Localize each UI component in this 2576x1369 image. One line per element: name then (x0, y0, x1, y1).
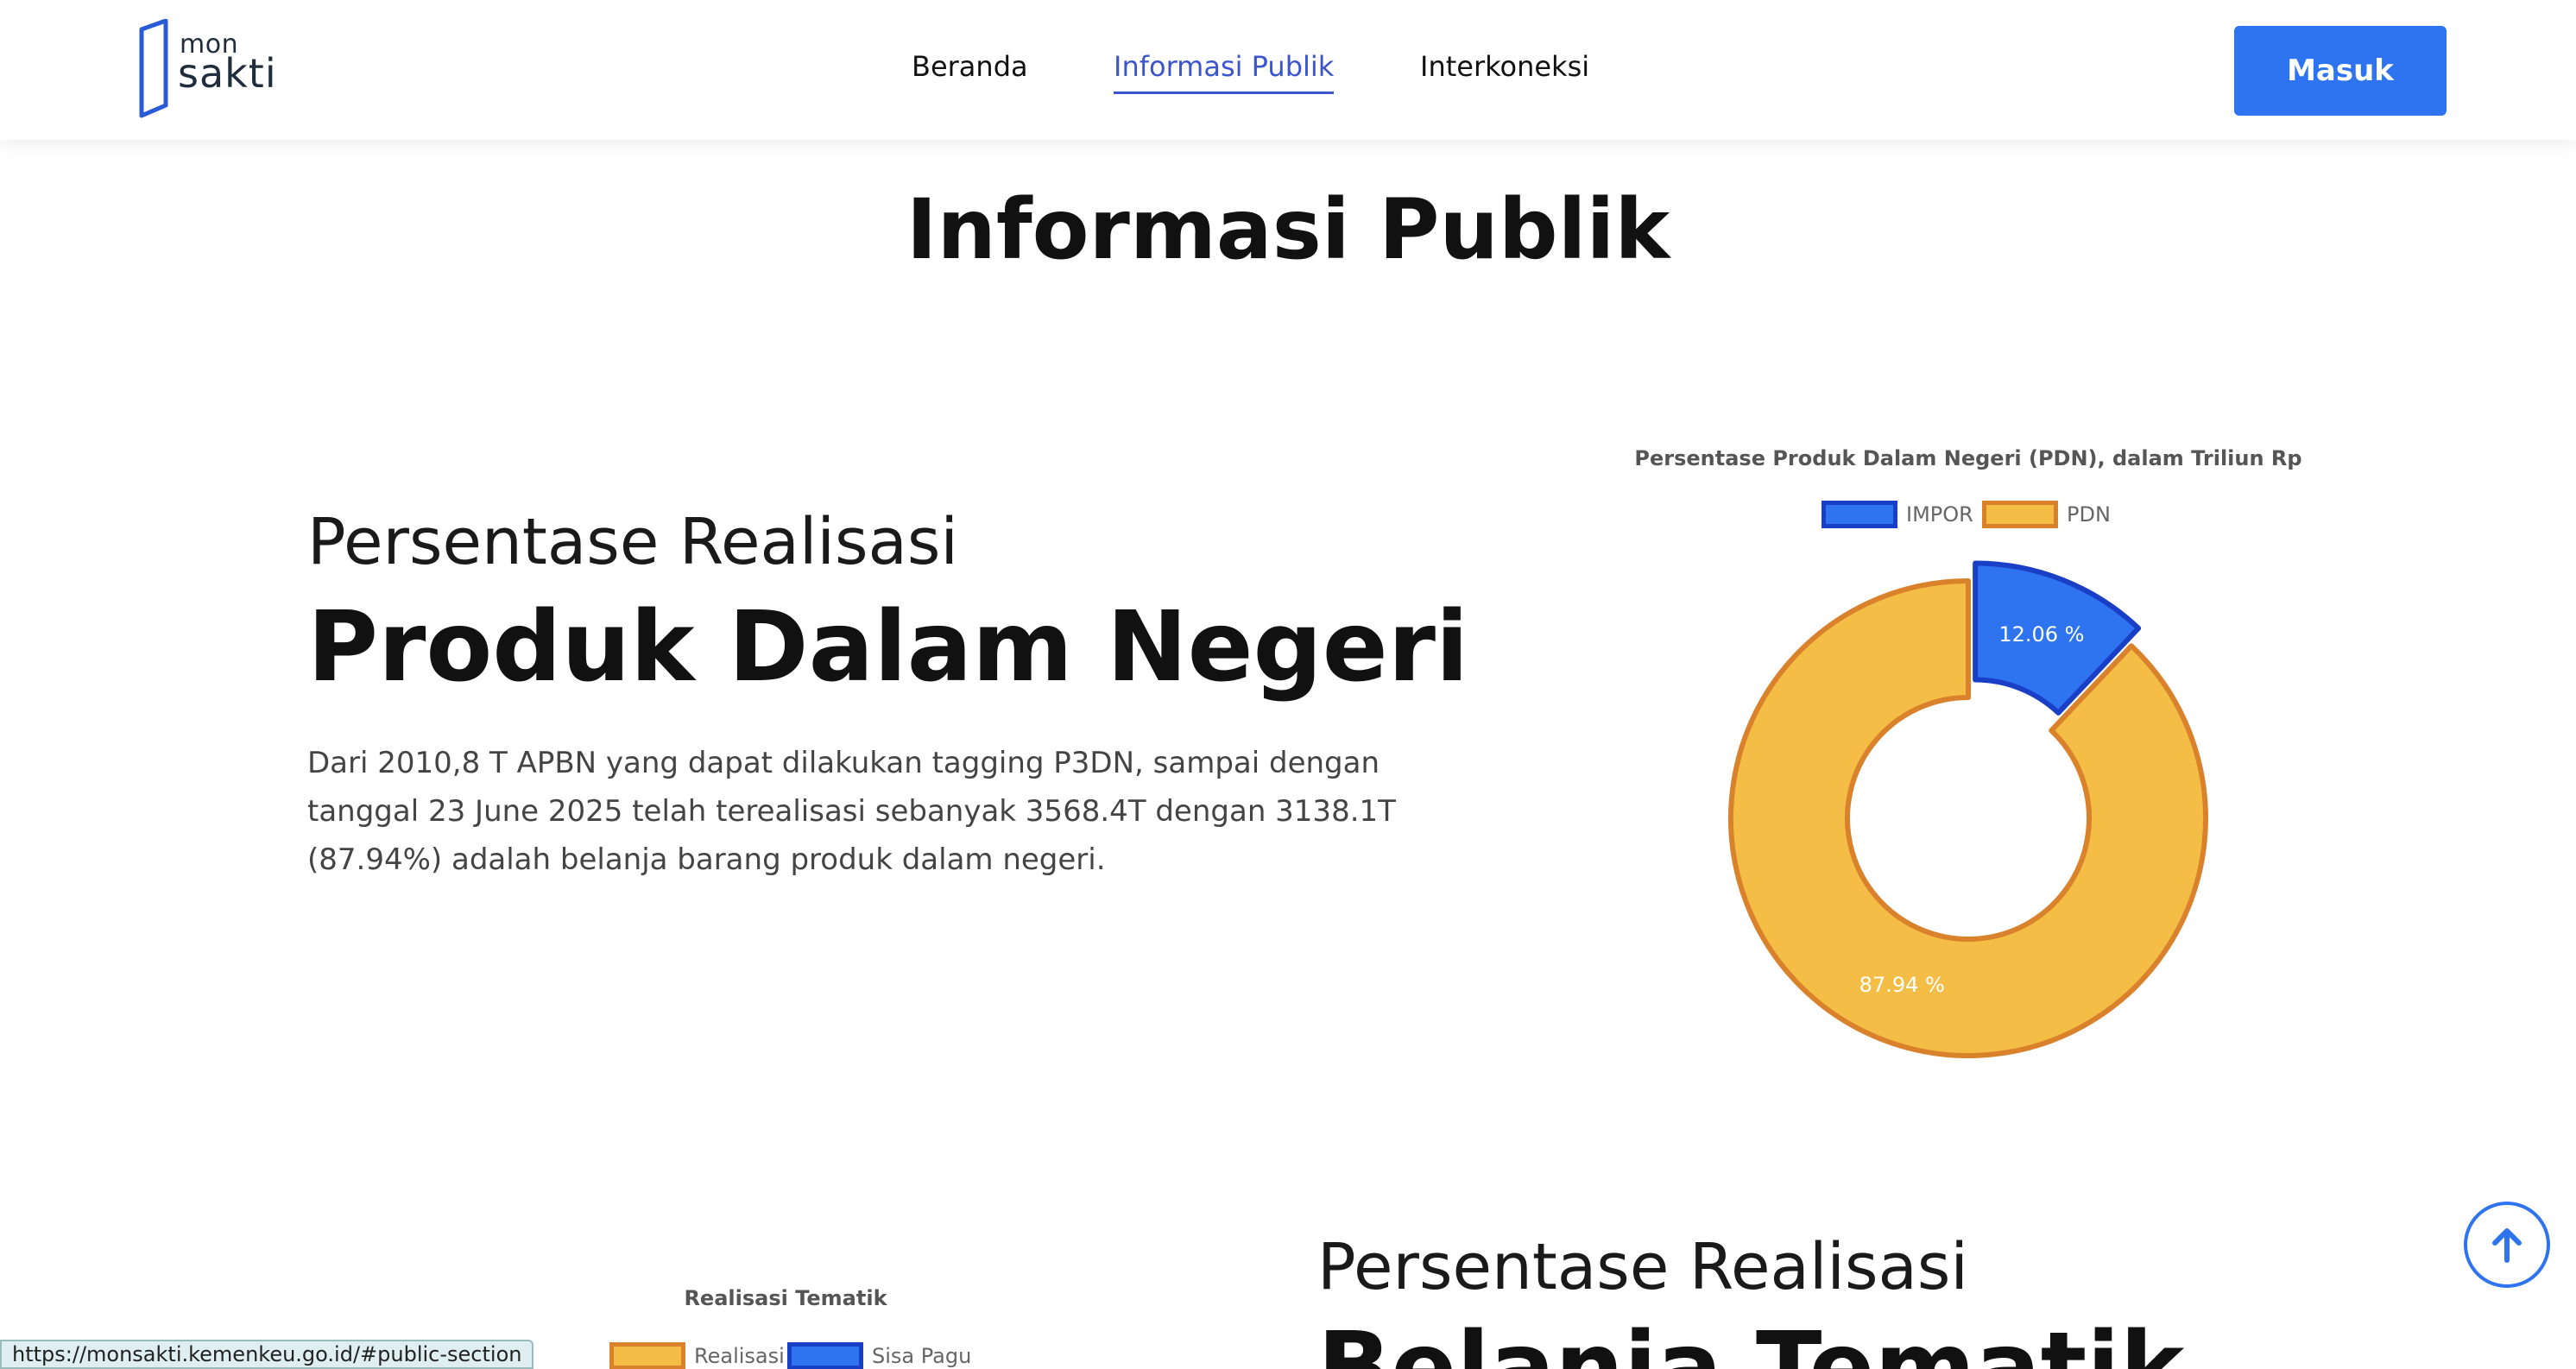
pdn-chart-title: Persentase Produk Dalam Negeri (PDN), da… (1634, 446, 2302, 470)
link-status-bar: https://monsakti.kemenkeu.go.id/#public-… (0, 1340, 534, 1369)
legend-item-realisasi[interactable]: Realisasi (609, 1342, 785, 1369)
legend-label-impor: IMPOR (1906, 502, 1973, 527)
section-tematik-subtitle: Persentase Realisasi (1317, 1230, 1968, 1304)
donut-label-pdn: 87.94 % (1859, 973, 1945, 997)
donut-label-impor: 12.06 % (1998, 622, 2084, 647)
legend-item-pdn[interactable]: PDN (1982, 501, 2111, 528)
pdn-donut-chart[interactable]: 12.06 % 87.94 % (1709, 544, 2227, 1062)
tematik-chart-title: Realisasi Tematik (684, 1286, 887, 1310)
legend-label-realisasi: Realisasi (694, 1344, 785, 1368)
legend-swatch-impor (1822, 501, 1897, 528)
section-pdn-description: Dari 2010,8 T APBN yang dapat dilakukan … (307, 746, 1396, 877)
nav-informasi-publik[interactable]: Informasi Publik (1114, 50, 1334, 83)
nav-interkoneksi[interactable]: Interkoneksi (1420, 50, 1589, 83)
monsakti-logo[interactable]: mon sakti (135, 19, 290, 123)
login-button[interactable]: Masuk (2234, 26, 2447, 116)
legend-swatch-sisa-pagu (787, 1342, 863, 1369)
section-pdn-heading: Produk Dalam Negeri (307, 591, 1469, 703)
scroll-to-top-button[interactable] (2464, 1202, 2550, 1288)
logo-text-bottom: sakti (178, 50, 277, 97)
section-tematik-heading: Belanja Tematik (1317, 1312, 2185, 1369)
legend-item-sisa-pagu[interactable]: Sisa Pagu (787, 1342, 971, 1369)
donut-slice-pdn[interactable] (1728, 578, 2208, 1058)
section-pdn-subtitle: Persentase Realisasi (307, 505, 958, 579)
legend-label-sisa-pagu: Sisa Pagu (872, 1344, 972, 1368)
active-nav-underline (1114, 91, 1334, 94)
legend-label-pdn: PDN (2067, 502, 2111, 527)
legend-swatch-pdn (1982, 501, 2058, 528)
logo-mark-icon (139, 19, 168, 118)
legend-item-impor[interactable]: IMPOR (1822, 501, 1973, 528)
nav-beranda[interactable]: Beranda (912, 50, 1028, 83)
arrow-up-icon (2492, 1228, 2522, 1263)
top-navbar: mon sakti Beranda Informasi Publik Inter… (0, 0, 2576, 140)
legend-swatch-realisasi (609, 1342, 685, 1369)
page-title: Informasi Publik (906, 181, 1670, 278)
